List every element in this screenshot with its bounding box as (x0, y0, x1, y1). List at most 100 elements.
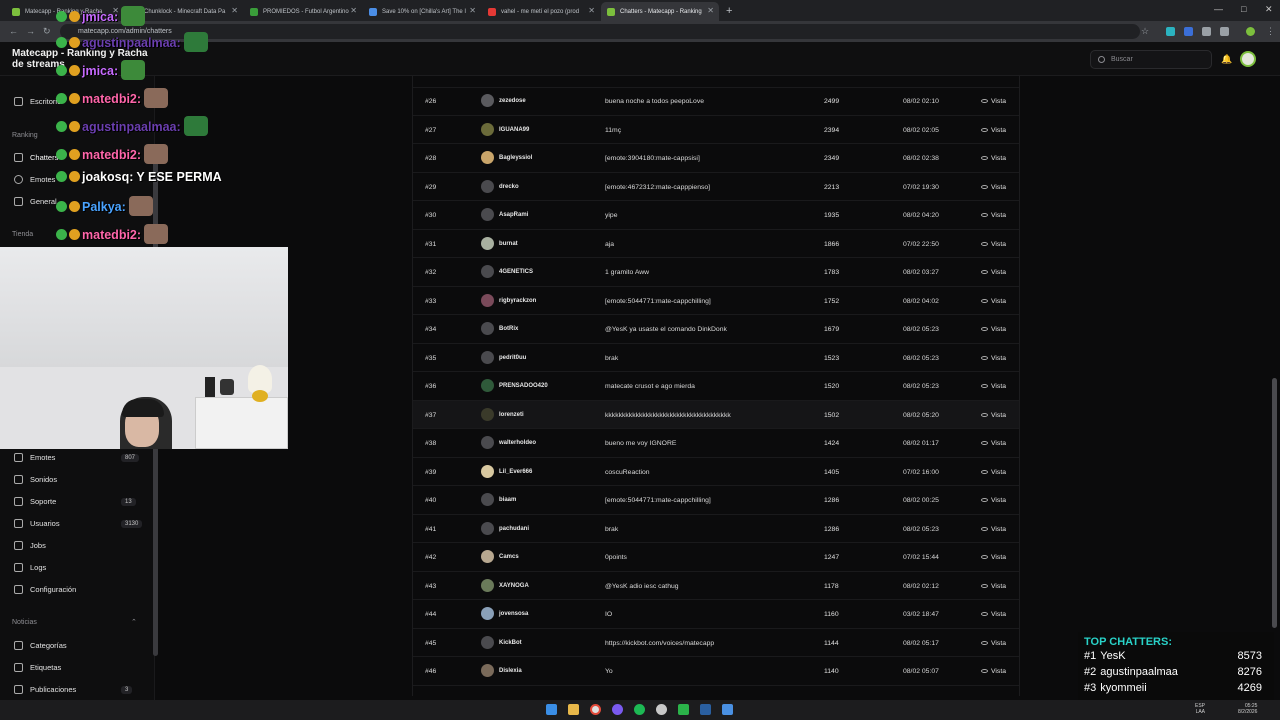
app-icon[interactable] (722, 704, 733, 715)
minimize-icon[interactable]: — (1214, 4, 1223, 14)
table-row[interactable]: #39 Lil_Ever666 coscuReaction 1405 07/02 16:… (413, 458, 1019, 486)
view-button[interactable]: Vista (981, 241, 1006, 248)
clock[interactable]: 05:25 8/2/2026 (1238, 703, 1257, 715)
username-cell[interactable]: 4GENETICS (499, 269, 533, 275)
view-button[interactable]: Vista (981, 298, 1006, 305)
browser-tab[interactable]: Chatters - Matecapp - Ranking ✕ (601, 2, 719, 21)
username-cell[interactable]: biaam (499, 497, 516, 503)
username-cell[interactable]: XAYNOGA (499, 583, 529, 589)
view-button[interactable]: Vista (981, 668, 1006, 675)
browser-tab[interactable]: vahel - me metí el pozo (prod ✕ (482, 2, 600, 21)
table-row[interactable]: #32 4GENETICS 1 gramito Aww 1783 08/02 03:27… (413, 258, 1019, 287)
table-row[interactable]: #43 XAYNOGA @YesK adio iesc cathug 1178 08/0… (413, 572, 1019, 600)
sidebar-item-general[interactable]: General (14, 197, 57, 206)
table-row[interactable]: #37 lorenzeti kkkkkkkkkkkkkkkkkkkkkkkkkkkk… (413, 400, 1019, 429)
table-row[interactable]: #42 Camcs 0points 1247 07/02 15:44 Vista (413, 543, 1019, 572)
table-row[interactable]: #31 burnat aja 1866 07/02 22:50 Vista (413, 230, 1019, 258)
sidebar-item-etiquetas[interactable]: Etiquetas (14, 663, 61, 672)
username-cell[interactable]: lorenzeti (499, 412, 524, 418)
app-icon[interactable] (678, 704, 689, 715)
username-cell[interactable]: Dislexia (499, 668, 522, 674)
username-cell[interactable]: KickBot (499, 640, 522, 646)
username-cell[interactable]: Lil_Ever666 (499, 469, 532, 475)
chevron-up-icon[interactable]: ⌃ (131, 618, 137, 626)
table-row[interactable]: #29 drecko [emote:4672312:mate-capppienso]… (413, 173, 1019, 201)
extensions-puzzle-icon[interactable] (1220, 27, 1229, 36)
sidebar-item-escritorio[interactable]: Escritorio (14, 97, 61, 106)
username-cell[interactable]: walterholdeo (499, 440, 536, 446)
username-cell[interactable]: Bagleyssiol (499, 155, 532, 161)
view-button[interactable]: Vista (981, 98, 1006, 105)
table-row[interactable]: #33 rigbyrackzon [emote:5044771:mate-cappc… (413, 287, 1019, 315)
view-button[interactable]: Vista (981, 184, 1006, 191)
url-input[interactable]: matecapp.com/admin/chatters (60, 24, 1140, 39)
view-button[interactable]: Vista (981, 212, 1006, 219)
sidebar-item-logs[interactable]: Logs (14, 563, 46, 572)
sidebar-item-emotes[interactable]: Emotes (14, 453, 55, 462)
bookmark-star-icon[interactable]: ☆ (1141, 26, 1149, 37)
view-button[interactable]: Vista (981, 497, 1006, 504)
username-cell[interactable]: zezedose (499, 98, 526, 104)
extension-icon[interactable] (1184, 27, 1193, 36)
forward-icon[interactable]: → (26, 26, 35, 36)
close-tab-icon[interactable]: ✕ (707, 6, 714, 15)
sidebar-item-categorias[interactable]: Categorías (14, 641, 67, 650)
sidebar-item-chatters[interactable]: Chatters (14, 153, 58, 162)
reload-icon[interactable]: ↻ (43, 26, 51, 37)
username-cell[interactable]: pachudani (499, 526, 529, 532)
close-tab-icon[interactable]: ✕ (588, 6, 595, 15)
sidebar-item-usuarios[interactable]: Usuarios (14, 519, 60, 528)
table-row[interactable]: #26 zezedose buena noche a todos peepoLove… (413, 87, 1019, 116)
username-cell[interactable]: pedrit0uu (499, 355, 526, 361)
view-button[interactable]: Vista (981, 526, 1006, 533)
username-cell[interactable]: AsapRami (499, 212, 528, 218)
table-row[interactable]: #46 Dislexia Yo 1140 08/02 05:07 Vista (413, 657, 1019, 686)
view-button[interactable]: Vista (981, 440, 1006, 447)
username-cell[interactable]: drecko (499, 184, 519, 190)
view-button[interactable]: Vista (981, 469, 1006, 476)
view-button[interactable]: Vista (981, 127, 1006, 134)
view-button[interactable]: Vista (981, 326, 1006, 333)
table-row[interactable]: #35 pedrit0uu brak 1523 08/02 05:23 Vista (413, 344, 1019, 372)
sidebar-item-jobs[interactable]: Jobs (14, 541, 46, 550)
username-cell[interactable]: PRENSADOO420 (499, 383, 548, 389)
table-row[interactable]: #44 jovensosa IO 1160 03/02 18:47 Vista (413, 600, 1019, 629)
file-explorer-icon[interactable] (568, 704, 579, 715)
table-row[interactable]: #41 pachudani brak 1286 08/02 05:23 Vista (413, 515, 1019, 543)
username-cell[interactable]: rigbyrackzon (499, 298, 536, 304)
sidebar-item-soporte[interactable]: Soporte (14, 497, 56, 506)
browser-tab[interactable]: Save 10% on [Chilla's Art] The I ✕ (363, 2, 481, 21)
view-button[interactable]: Vista (981, 640, 1006, 647)
profile-icon[interactable] (1246, 27, 1255, 36)
browser-menu-icon[interactable]: ⋮ (1266, 26, 1275, 37)
table-row[interactable]: #30 AsapRami yipe 1935 08/02 04:20 Vista (413, 201, 1019, 230)
view-button[interactable]: Vista (981, 155, 1006, 162)
sidebar-item-sonidos[interactable]: Sonidos (14, 475, 57, 484)
back-icon[interactable]: ← (9, 26, 18, 36)
language-indicator[interactable]: ESP LAA (1195, 703, 1205, 715)
obs-icon[interactable] (656, 704, 667, 715)
table-row[interactable]: #34 BotRix @YesK ya usaste el comando Dink… (413, 315, 1019, 344)
username-cell[interactable]: Camcs (499, 554, 519, 560)
username-cell[interactable]: burnat (499, 241, 518, 247)
view-button[interactable]: Vista (981, 383, 1006, 390)
sidebar-item-configuracion[interactable]: Configuración (14, 585, 76, 594)
sidebar-item-emotes-ranking[interactable]: Emotes (14, 175, 55, 184)
table-row[interactable]: #40 biaam [emote:5044771:mate-cappchilling… (413, 486, 1019, 515)
maximize-icon[interactable]: □ (1241, 4, 1246, 14)
avatar[interactable] (1240, 51, 1256, 67)
view-button[interactable]: Vista (981, 583, 1006, 590)
table-row[interactable]: #36 PRENSADOO420 matecate crusot e ago mie… (413, 372, 1019, 401)
username-cell[interactable]: IGUANA99 (499, 127, 529, 133)
new-tab-button[interactable]: + (726, 2, 732, 21)
table-row[interactable]: #38 walterholdeo bueno me voy IGNORE 1424 08… (413, 429, 1019, 458)
close-tab-icon[interactable]: ✕ (350, 6, 357, 15)
steam-icon[interactable] (700, 704, 711, 715)
username-cell[interactable]: jovensosa (499, 611, 528, 617)
sidebar-item-publicaciones[interactable]: Publicaciones (14, 685, 76, 694)
view-button[interactable]: Vista (981, 611, 1006, 618)
table-row[interactable]: #27 IGUANA99 11mç 2394 08/02 02:05 Vista (413, 116, 1019, 144)
extension-icon[interactable] (1166, 27, 1175, 36)
close-tab-icon[interactable]: ✕ (231, 6, 238, 15)
extension-icon[interactable] (1202, 27, 1211, 36)
